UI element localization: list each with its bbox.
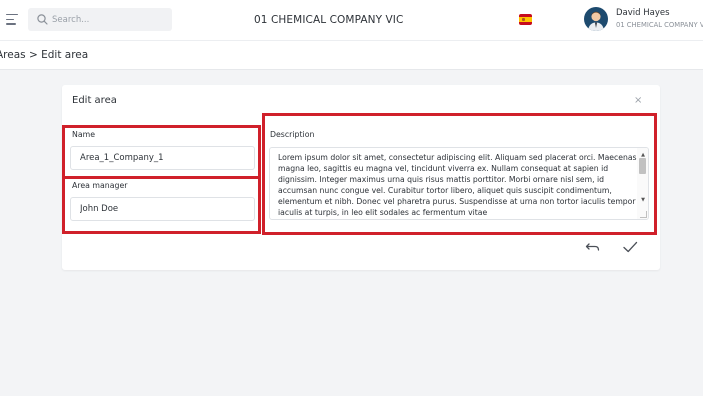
check-icon[interactable] — [621, 238, 639, 256]
description-textarea[interactable]: Lorem ipsum dolor sit amet, consectetur … — [269, 147, 649, 220]
top-bar: 01 CHEMICAL COMPANY VIC David Hayes 01 C… — [0, 0, 703, 40]
user-avatar[interactable] — [584, 7, 608, 31]
undo-icon[interactable] — [584, 238, 602, 256]
breadcrumb[interactable]: Areas > Edit area — [0, 49, 88, 61]
spain-flag-icon[interactable] — [519, 14, 532, 25]
name-label: Name — [72, 130, 96, 139]
close-button[interactable]: × — [634, 95, 642, 106]
user-company: 01 CHEMICAL COMPANY VIC — [616, 21, 703, 29]
breadcrumb-bar: Areas > Edit area — [0, 40, 703, 70]
description-label: Description — [270, 130, 315, 139]
search-input[interactable] — [52, 11, 167, 28]
area-manager-label: Area manager — [72, 181, 128, 190]
company-title: 01 CHEMICAL COMPANY VIC — [254, 14, 404, 26]
scroll-down-arrow[interactable]: ▼ — [641, 197, 645, 203]
area-manager-input[interactable] — [70, 197, 255, 221]
search-icon — [37, 14, 48, 25]
card-title: Edit area — [72, 95, 117, 106]
search-box[interactable] — [28, 8, 172, 31]
resize-handle[interactable] — [640, 211, 647, 218]
description-scrollbar[interactable]: ▲ ▼ — [637, 148, 648, 219]
menu-icon[interactable] — [6, 14, 18, 25]
user-name: David Hayes — [616, 8, 670, 18]
description-text: Lorem ipsum dolor sit amet, consectetur … — [278, 153, 637, 217]
scroll-thumb[interactable] — [639, 158, 646, 174]
name-input[interactable] — [70, 146, 255, 170]
